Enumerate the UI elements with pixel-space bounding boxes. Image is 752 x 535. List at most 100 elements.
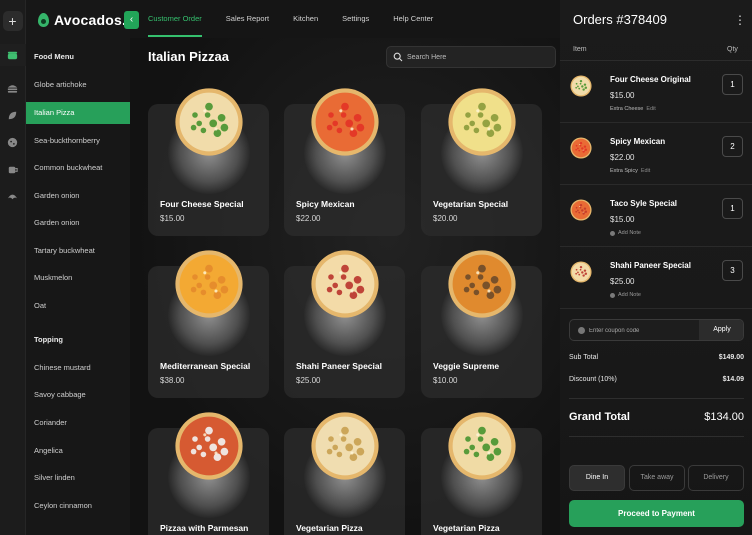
top-navigation: Customer Order Sales Report Kitchen Sett…	[148, 0, 457, 38]
tab-customer-order[interactable]: Customer Order	[148, 0, 202, 38]
edit-note-link[interactable]: Edit	[641, 168, 650, 174]
product-price: $38.00	[160, 376, 185, 385]
product-card[interactable]: Spicy Mexican $22.00	[284, 88, 405, 236]
add-note-label: Add Note	[618, 230, 641, 236]
collapse-sidebar-button[interactable]: ‹	[124, 11, 139, 29]
add-note-button[interactable]: Add Note	[610, 292, 641, 298]
pizza-image	[448, 88, 516, 156]
sidebar-item-globe-artichoke[interactable]: Globe artichoke	[26, 74, 130, 96]
product-card[interactable]: Vegetarian Pizza	[421, 412, 542, 535]
sidebar-item-garden-onion[interactable]: Garden onion	[26, 185, 130, 207]
sidebar-item-coriander[interactable]: Coriander	[26, 412, 130, 434]
pizza-image	[175, 250, 243, 318]
leaf-icon[interactable]	[5, 107, 21, 123]
pizza-image	[448, 250, 516, 318]
product-name: Vegetarian Pizza	[296, 523, 363, 533]
order-item-pizza-image	[570, 261, 592, 283]
add-note-button[interactable]: Add Note	[610, 230, 641, 236]
product-card[interactable]: Shahi Paneer Special $25.00	[284, 250, 405, 398]
food-menu-title: Food Menu	[34, 52, 74, 61]
brand-name: Avocados.	[54, 12, 127, 28]
menu-content: Italian Pizzaa Four Cheese Special $15.00…	[130, 38, 560, 535]
tab-kitchen[interactable]: Kitchen	[293, 0, 318, 38]
pos-app: + Avocados. Food Menu Globe artichoke It…	[0, 0, 752, 535]
product-name: Vegetarian Special	[433, 199, 509, 209]
search-box[interactable]	[386, 46, 556, 68]
order-item-price: $15.00	[610, 215, 635, 224]
food-menu-icon[interactable]	[0, 44, 26, 66]
sidebar-item-chinese-mustard[interactable]: Chinese mustard	[26, 357, 130, 379]
add-note-icon	[610, 230, 615, 236]
dine-in-button[interactable]: Dine In	[569, 465, 625, 491]
sidebar-item-savoy-cabbage[interactable]: Savoy cabbage	[26, 384, 130, 406]
product-price: $15.00	[160, 214, 185, 223]
croissant-icon[interactable]	[5, 188, 21, 204]
sidebar-item-oat[interactable]: Oat	[26, 295, 130, 317]
search-input[interactable]	[407, 53, 547, 61]
product-card[interactable]: Four Cheese Special $15.00	[148, 88, 269, 236]
order-item-name: Taco Syle Special	[610, 199, 677, 208]
product-price: $25.00	[296, 376, 321, 385]
sidebar-item-tartary-buckwheat[interactable]: Tartary buckwheat	[26, 240, 130, 262]
quantity-box[interactable]: 1	[722, 198, 743, 219]
product-price: $22.00	[296, 214, 321, 223]
delivery-button[interactable]: Delivery	[688, 465, 744, 491]
quantity-box[interactable]: 1	[722, 74, 743, 95]
product-price: $10.00	[433, 376, 458, 385]
column-item: Item	[573, 46, 587, 53]
coupon-input[interactable]	[589, 323, 694, 338]
product-card[interactable]: Pizzaa with Parmesan	[148, 412, 269, 535]
take-away-button[interactable]: Take away	[629, 465, 685, 491]
tab-settings[interactable]: Settings	[342, 0, 369, 38]
discount-value: $14.09	[722, 376, 744, 383]
sidebar-item-ceylon-cinnamon[interactable]: Ceylon cinnamon	[26, 495, 130, 517]
order-item-pizza-image	[570, 137, 592, 159]
discount-row: Discount (10%) $14.09	[569, 376, 744, 383]
subtotal-label: Sub Total	[569, 354, 599, 361]
grand-total-value: $134.00	[704, 411, 744, 423]
topping-title: Topping	[34, 335, 64, 344]
coupon-box: Apply	[569, 319, 744, 341]
totals-divider	[569, 398, 744, 399]
subtotal-row: Sub Total $149.00	[569, 354, 744, 361]
proceed-to-payment-button[interactable]: Proceed to Payment	[569, 500, 744, 527]
sidebar-item-italian-pizza[interactable]: Italian Pizza	[26, 102, 130, 124]
apply-coupon-button[interactable]: Apply	[699, 320, 743, 340]
note-text: Extra Spicy	[610, 168, 638, 174]
product-card[interactable]: Vegetarian Pizza	[284, 412, 405, 535]
sidebar-item-garden-onion-2[interactable]: Garden onion	[26, 212, 130, 234]
sidebar-item-sea-buckthornberry[interactable]: Sea-buckthornberry	[26, 130, 130, 152]
sidebar-item-silver-linden[interactable]: Silver linden	[26, 467, 130, 489]
order-item-taco-syle-special: Taco Syle Special $15.00 Add Note 1	[560, 185, 752, 247]
product-card[interactable]: Veggie Supreme $10.00	[421, 250, 542, 398]
sidebar-item-common-buckwheat[interactable]: Common buckwheat	[26, 157, 130, 179]
cookie-icon[interactable]	[5, 134, 21, 150]
order-item-spicy-mexican: Spicy Mexican $22.00 Extra Spicy Edit 2	[560, 123, 752, 185]
sidebar-item-angelica[interactable]: Angelica	[26, 440, 130, 462]
subtotal-value: $149.00	[718, 354, 744, 361]
tab-help-center[interactable]: Help Center	[393, 0, 433, 38]
burger-icon[interactable]	[5, 80, 21, 96]
quantity-box[interactable]: 3	[722, 260, 743, 281]
product-name: Mediterranean Special	[160, 361, 251, 371]
order-item-name: Shahi Paneer Special	[610, 261, 691, 270]
edit-note-link[interactable]: Edit	[646, 106, 655, 112]
avocado-logo-icon	[38, 13, 49, 27]
tab-sales-report[interactable]: Sales Report	[226, 0, 269, 38]
product-card[interactable]: Vegetarian Special $20.00	[421, 88, 542, 236]
quantity-box[interactable]: 2	[722, 136, 743, 157]
discount-label: Discount (10%)	[569, 376, 617, 383]
order-item-price: $22.00	[610, 153, 635, 162]
product-card[interactable]: Mediterranean Special $38.00	[148, 250, 269, 398]
sidebar-item-muskmelon[interactable]: Muskmelon	[26, 267, 130, 289]
more-options-icon[interactable]: ⋮	[734, 13, 746, 27]
cup-icon[interactable]	[5, 161, 21, 177]
order-item-price: $15.00	[610, 91, 635, 100]
product-name: Veggie Supreme	[433, 361, 500, 371]
plus-icon[interactable]: +	[2, 11, 23, 31]
brand: Avocados.	[38, 10, 126, 30]
order-item-note: Extra Spicy Edit	[610, 168, 650, 174]
grand-total-label: Grand Total	[569, 411, 630, 423]
product-name: Four Cheese Special	[160, 199, 244, 209]
add-note-icon	[610, 292, 615, 298]
